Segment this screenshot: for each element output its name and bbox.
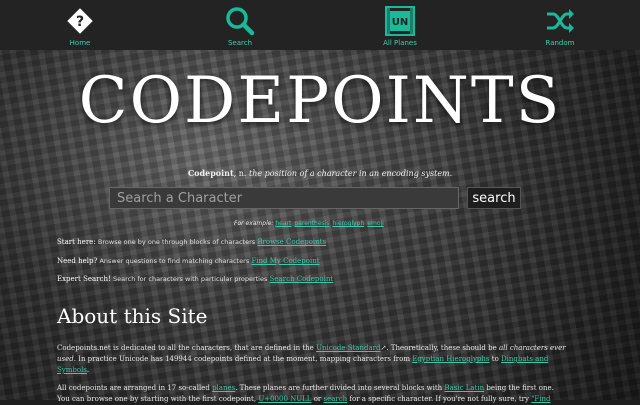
help-find-desc: Answer questions to find matching charac… [99,257,250,265]
p3-text-b: or [313,395,322,403]
tagline-pos: , n. [233,169,247,178]
p1-text-a: Codepoints.net is dedicated to all the c… [57,344,314,352]
p1-text-b: . Theoretically, these should be [386,344,497,352]
p3-text-a: You can browse one by starting with the … [57,395,257,403]
nav-random-label: Random [545,38,575,47]
svg-text:UN: UN [392,17,409,28]
egyptian-hieroglyphs-link[interactable]: Egyptian Hieroglyphs [412,355,489,363]
example-link-hieroglyph[interactable]: hieroglyph [332,220,364,227]
search-button[interactable]: search [467,187,521,209]
search-input[interactable] [109,187,459,209]
p2-text-a: All codepoints are arranged in 17 so-cal… [57,384,210,392]
unicode-planes-icon: UN [383,4,417,38]
search-codepoint-link[interactable]: Search Codepoint [270,275,334,283]
p1-text-d: . In practice Unicode has 149944 codepoi… [73,355,410,363]
help-browse: Start here: Browse one by one through bl… [57,238,326,246]
nav-search-label: Search [227,38,253,47]
planes-link[interactable]: planes [212,384,235,392]
site-title: CODEPOINTS [78,64,562,138]
nav-home-label: Home [69,38,91,47]
search-examples: For example: heart parenthesis hieroglyph e… [234,220,387,227]
help-search-lead: Expert Search! [57,275,111,283]
find-my-codepoint-link[interactable]: Find My Codepoint [251,257,319,265]
find-my-codepoint-inline-link[interactable]: "Find [531,395,550,403]
example-link-heart[interactable]: heart [275,220,291,227]
nav-search[interactable]: Search [160,0,320,50]
p3-text-c: for a specific character. If you're not … [349,395,529,403]
unicode-standard-link[interactable]: Unicode Standard [316,344,380,352]
nav-all-planes-label: All Planes [383,38,417,47]
null-codepoint-link[interactable]: U+0000 NULL [258,395,311,403]
shuffle-icon [543,4,577,38]
about-paragraph-2: All codepoints are arranged in 17 so-cal… [57,383,581,394]
help-find-lead: Need help? [57,257,98,265]
tagline-term: Codepoint [187,168,234,178]
examples-label: For example: [234,220,274,227]
search-link[interactable]: search [323,395,347,403]
example-link-parenthesis[interactable]: parenthesis [294,220,329,227]
top-navigation: ? Home Search UN All Planes Random [0,0,640,50]
p2-text-b: . These planes are further divided into … [235,384,443,392]
question-diamond-icon: ? [63,4,97,38]
help-find: Need help? Answer questions to find matc… [57,257,320,265]
browse-codepoints-link[interactable]: Browse Codepoints [257,238,326,246]
search-form: search [109,187,521,211]
tagline-definition: the position of a character in an encodi… [249,169,453,178]
p1-text-f: . [86,366,90,374]
help-search: Expert Search! Search for characters wit… [57,275,333,283]
nav-random[interactable]: Random [480,0,640,50]
about-paragraph-1: Codepoints.net is dedicated to all the c… [57,343,581,376]
help-search-desc: Search for characters with particular pr… [113,275,268,283]
about-heading: About this Site [57,304,208,328]
svg-text:?: ? [76,14,84,30]
magnifier-icon [223,4,257,38]
nav-all-planes[interactable]: UN All Planes [320,0,480,50]
basic-latin-link[interactable]: Basic Latin [444,384,484,392]
tagline: Codepoint, n. the position of a characte… [0,168,640,178]
example-link-emoji[interactable]: emoji [367,220,384,227]
p2-text-c: being the first one. [486,384,554,392]
nav-home[interactable]: ? Home [0,0,160,50]
help-browse-lead: Start here: [57,238,96,246]
help-browse-desc: Browse one by one through blocks of char… [97,238,256,246]
p1-text-e: to [491,355,499,363]
main-content: CODEPOINTS Codepoint, n. the position of… [0,50,640,403]
